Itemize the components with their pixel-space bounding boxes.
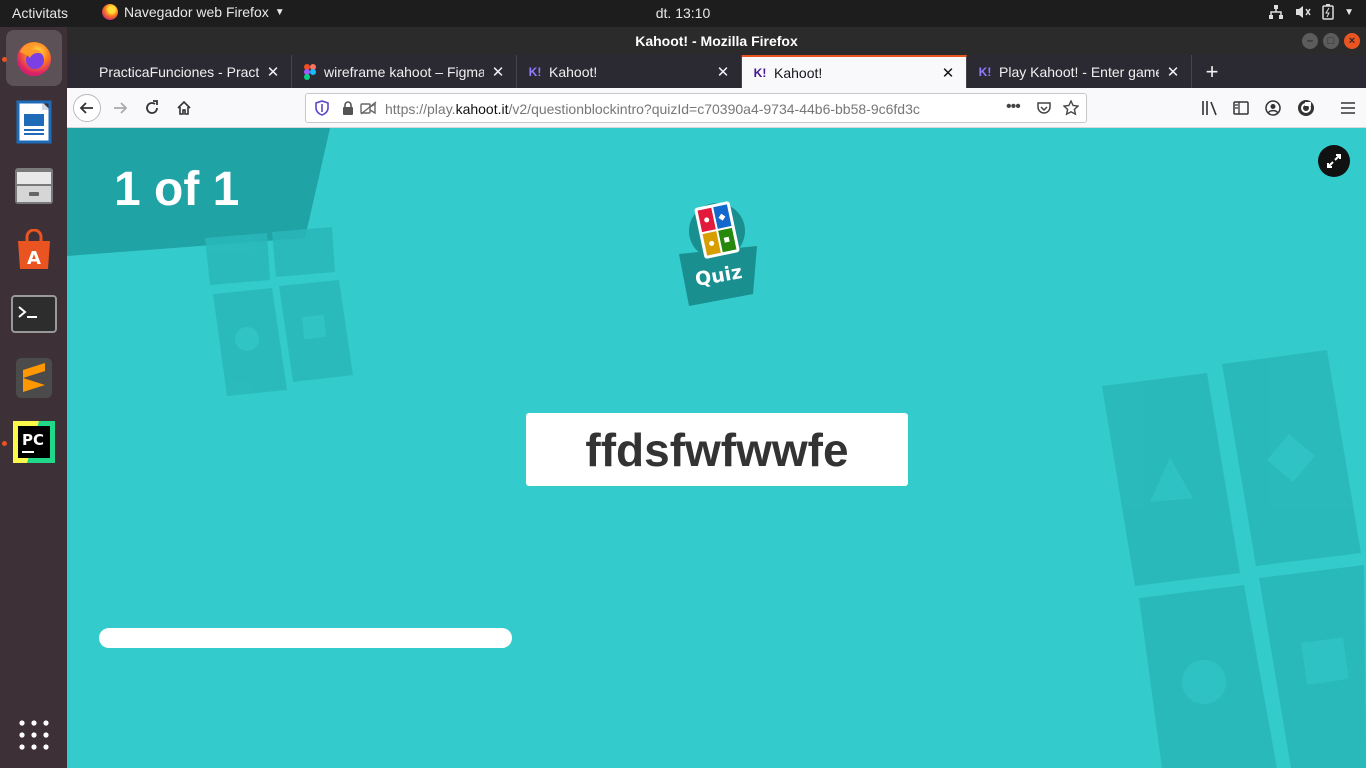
home-icon [177, 100, 191, 115]
pycharm-icon: PC [13, 421, 55, 463]
question-counter: 1 of 1 [114, 163, 240, 216]
kahoot-icon: K! [528, 64, 542, 79]
url-text: https://play.kahoot.it/v2/questionblocki… [385, 101, 975, 117]
system-tray[interactable]: ▼ [1268, 4, 1354, 20]
kahoot-icon: K! [753, 65, 767, 80]
tab-play-kahoot[interactable]: K! Play Kahoot! - Enter game ✕ [967, 55, 1192, 88]
tab-practicafunciones[interactable]: PracticaFunciones - Practica ✕ [67, 55, 292, 88]
dock-files[interactable] [6, 158, 62, 214]
intro-progress-bar [99, 628, 512, 648]
window-titlebar[interactable]: Kahoot! - Mozilla Firefox – □ × [67, 27, 1366, 55]
tab-label: Kahoot! [774, 64, 823, 81]
url-bar[interactable]: https://play.kahoot.it/v2/questionblocki… [305, 93, 1087, 123]
tab-label: Play Kahoot! - Enter game [999, 63, 1159, 80]
close-tab-icon[interactable]: ✕ [1165, 63, 1181, 81]
new-tab-button[interactable]: + [1192, 55, 1232, 88]
show-applications-button[interactable] [6, 707, 62, 763]
tab-label: PracticaFunciones - Practica [99, 63, 259, 80]
close-tab-icon[interactable]: ✕ [490, 63, 506, 81]
reload-icon [146, 100, 158, 114]
terminal-icon [11, 295, 57, 333]
software-store-icon: A [18, 229, 50, 269]
permissions-icon[interactable] [360, 100, 378, 116]
running-indicator [2, 441, 7, 446]
dock-terminal[interactable] [6, 286, 62, 342]
dock-software[interactable]: A [6, 222, 62, 278]
page-actions-icon[interactable]: ••• [1006, 98, 1021, 116]
url-path: /v2/questionblockintro?quizId=c70390a4-9… [508, 101, 920, 117]
tab-label: Kahoot! [549, 63, 598, 80]
kahoot-page: 1 of 1 Quiz ffdsfwfwwfe [67, 128, 1366, 768]
home-button[interactable] [170, 94, 198, 122]
pocket-icon[interactable] [1036, 100, 1052, 116]
firefox-icon [102, 4, 118, 20]
navigation-toolbar: https://play.kahoot.it/v2/questionblocki… [67, 88, 1366, 128]
libreoffice-writer-icon [16, 100, 52, 144]
dock-pycharm[interactable]: PC [6, 414, 62, 470]
forward-arrow-icon [114, 102, 128, 114]
fullscreen-icon [1327, 154, 1341, 168]
minimize-button[interactable]: – [1302, 33, 1318, 49]
dock: A PC [0, 27, 67, 768]
volume-muted-icon [1296, 6, 1311, 18]
activities-button[interactable]: Activitats [12, 5, 68, 21]
lock-icon[interactable] [341, 100, 355, 116]
bookmark-star-icon[interactable] [1063, 100, 1079, 116]
url-prefix: https://play. [385, 101, 456, 117]
close-tab-icon[interactable]: ✕ [715, 63, 731, 81]
reload-button[interactable] [138, 94, 166, 122]
battery-icon [1322, 4, 1334, 20]
kahoot-icon: K! [978, 64, 992, 79]
tab-kahoot-1[interactable]: K! Kahoot! ✕ [517, 55, 742, 88]
account-icon[interactable] [1265, 100, 1281, 116]
back-button[interactable] [73, 94, 101, 122]
docs-icon [77, 64, 93, 80]
tracking-protection-shield-icon[interactable] [314, 100, 330, 116]
figma-icon [302, 63, 318, 80]
close-window-button[interactable]: × [1344, 33, 1360, 49]
clock[interactable]: dt. 13:10 [656, 5, 711, 21]
system-menu-chevron-icon: ▼ [1344, 6, 1354, 18]
chevron-down-icon: ▼ [274, 6, 285, 18]
tab-strip: PracticaFunciones - Practica ✕ wireframe… [67, 55, 1366, 88]
dock-firefox[interactable] [6, 30, 62, 86]
files-icon [15, 168, 53, 204]
quiz-badge: Quiz [679, 201, 757, 306]
app-menu[interactable]: Navegador web Firefox ▼ [102, 4, 285, 20]
url-domain: kahoot.it [455, 101, 509, 117]
running-indicator [2, 57, 7, 62]
sidebar-icon[interactable] [1233, 100, 1249, 116]
app-menu-label: Navegador web Firefox [124, 4, 269, 20]
forward-button[interactable] [106, 94, 134, 122]
dock-writer[interactable] [6, 94, 62, 150]
maximize-button[interactable]: □ [1323, 33, 1339, 49]
tab-figma[interactable]: wireframe kahoot – Figma ✕ [292, 55, 517, 88]
back-arrow-icon [79, 102, 93, 114]
extension-icon[interactable] [1297, 99, 1315, 117]
system-top-panel: Activitats Navegador web Firefox ▼ dt. 1… [0, 0, 1366, 27]
svg-text:PC: PC [22, 431, 44, 449]
sublime-text-icon [16, 358, 52, 398]
tab-label: wireframe kahoot – Figma [324, 63, 484, 80]
hamburger-menu-icon[interactable] [1340, 100, 1356, 116]
close-tab-icon[interactable]: ✕ [265, 63, 281, 81]
question-title-box: ffdsfwfwwfe [526, 413, 908, 486]
dock-sublime[interactable] [6, 350, 62, 406]
question-title: ffdsfwfwwfe [585, 423, 849, 476]
window-title: Kahoot! - Mozilla Firefox [635, 33, 798, 49]
svg-text:A: A [27, 248, 41, 269]
firefox-icon [17, 42, 51, 76]
app-grid-icon [19, 720, 49, 750]
close-tab-icon[interactable]: ✕ [940, 64, 956, 82]
tab-kahoot-active[interactable]: K! Kahoot! ✕ [742, 55, 967, 88]
library-icon[interactable] [1201, 100, 1219, 116]
fullscreen-button[interactable] [1318, 145, 1350, 177]
network-icon [1269, 5, 1284, 19]
